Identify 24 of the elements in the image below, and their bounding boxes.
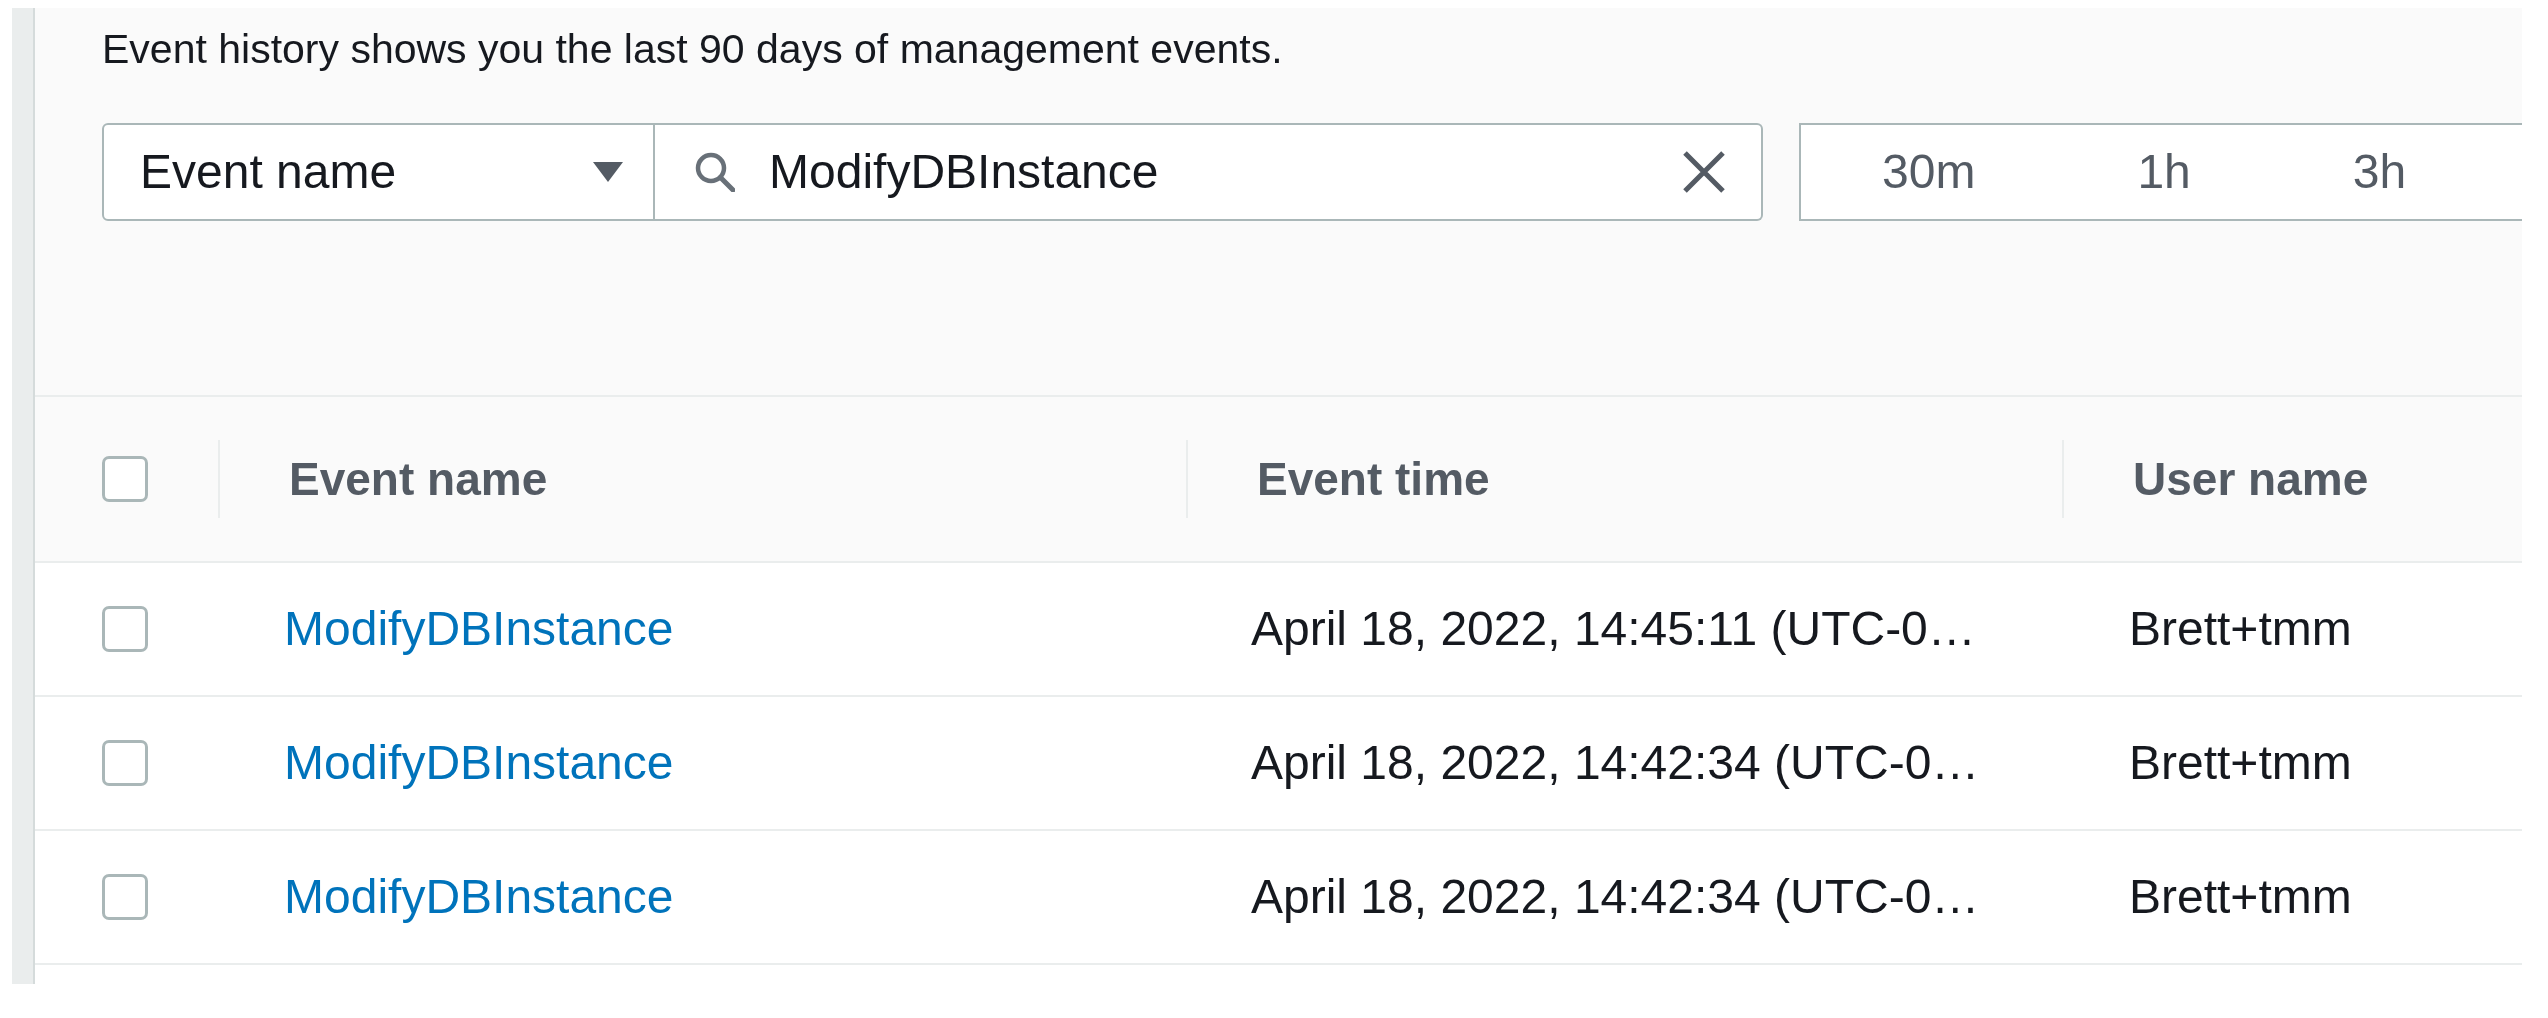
- clear-button[interactable]: [1681, 149, 1727, 195]
- event-name-link[interactable]: ModifyDBInstance: [284, 593, 674, 665]
- search-value: ModifyDBInstance: [769, 144, 1159, 200]
- user-name: Brett+tmm: [2129, 869, 2352, 925]
- event-time: April 18, 2022, 14:42:34 (UTC-0…: [1251, 735, 1980, 791]
- search-icon: [695, 152, 735, 192]
- event-name-link[interactable]: ModifyDBInstance: [284, 861, 674, 933]
- row-checkbox[interactable]: [102, 874, 148, 920]
- close-icon: [1681, 149, 1727, 195]
- attribute-select[interactable]: Event name: [102, 123, 655, 221]
- select-all-checkbox[interactable]: [102, 456, 148, 502]
- user-name: Brett+tmm: [2129, 735, 2352, 791]
- column-header: User name: [2133, 451, 2369, 507]
- row-checkbox[interactable]: [102, 740, 148, 786]
- column-header: Event time: [1257, 451, 1490, 507]
- search-field[interactable]: ModifyDBInstance: [655, 123, 1763, 221]
- event-name-link[interactable]: ModifyDBInstance: [284, 727, 674, 799]
- event-time: April 18, 2022, 14:45:11 (UTC-0…: [1251, 601, 1976, 657]
- column-header: Event name: [289, 451, 548, 507]
- row-checkbox[interactable]: [102, 606, 148, 652]
- description-text: Event history shows you the last 90 days of management events.: [102, 25, 1283, 73]
- event-time: April 18, 2022, 14:42:34 (UTC-0…: [1251, 869, 1980, 925]
- caret-down-icon: [593, 162, 623, 182]
- user-name: Brett+tmm: [2129, 601, 2352, 657]
